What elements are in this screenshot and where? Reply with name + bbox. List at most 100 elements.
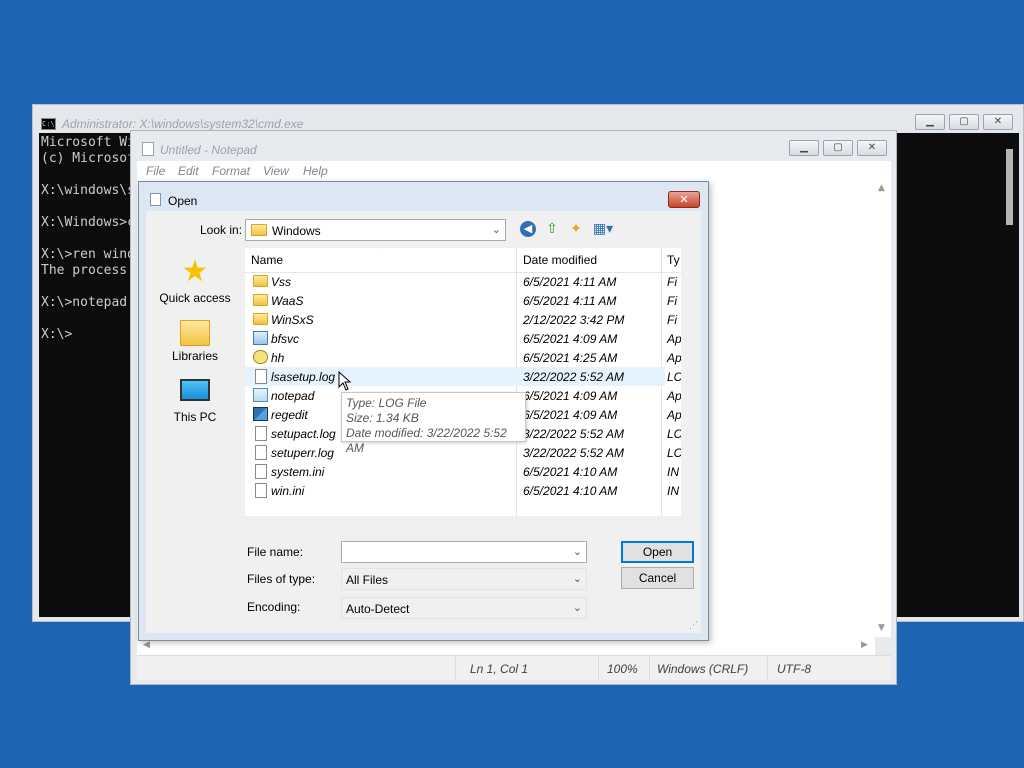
notepad-vertical-scrollbar[interactable]: ▲ ▼ xyxy=(875,181,891,637)
file-row[interactable]: system.ini 6/5/2021 4:10 AM IN xyxy=(245,462,679,481)
tooltip-modified: Date modified: 3/22/2022 5:52 AM xyxy=(346,426,507,455)
files-of-type-combo[interactable]: All Files ⌄ xyxy=(341,568,587,590)
folder-icon xyxy=(251,224,267,236)
up-folder-icon[interactable]: ⇧ xyxy=(543,220,561,238)
file-name: bfsvc xyxy=(271,332,300,346)
file-date: 6/5/2021 4:09 AM xyxy=(523,389,618,403)
cmd-close-button[interactable]: ✕ xyxy=(983,114,1013,130)
file-row[interactable]: win.ini 6/5/2021 4:10 AM IN xyxy=(245,481,679,500)
file-row[interactable]: WaaS 6/5/2021 4:11 AM Fi xyxy=(245,291,677,310)
file-list[interactable]: Name ⌃ Date modified Ty Vss 6/5/2021 4:11… xyxy=(245,248,681,516)
file-name: Vss xyxy=(271,275,292,289)
file-date: 6/5/2021 4:10 AM xyxy=(523,465,618,479)
folder-file-icon xyxy=(253,294,268,306)
file-type: Fi xyxy=(667,313,677,327)
cmd-title: Administrator: X:\windows\system32\cmd.e… xyxy=(62,117,304,131)
cmd-scrollbar[interactable] xyxy=(1001,133,1019,617)
chevron-down-icon[interactable]: ⌄ xyxy=(492,223,501,236)
menu-file[interactable]: File xyxy=(146,164,165,178)
file-row[interactable]: hh 6/5/2021 4:25 AM Ap xyxy=(245,348,681,367)
chevron-down-icon[interactable]: ⌄ xyxy=(573,601,582,614)
sort-up-icon: ⌃ xyxy=(377,248,386,256)
menu-format[interactable]: Format xyxy=(212,164,250,178)
file-row[interactable]: bfsvc 6/5/2021 4:09 AM Ap xyxy=(245,329,681,348)
place-libraries[interactable]: Libraries xyxy=(150,317,240,363)
file-row[interactable]: lsasetup.log 3/22/2022 5:52 AM LC xyxy=(245,367,681,386)
file-name: win.ini xyxy=(271,484,305,498)
menu-edit[interactable]: Edit xyxy=(178,164,199,178)
file-name-combo[interactable]: ⌄ xyxy=(341,541,587,563)
file-name: hh xyxy=(271,351,285,365)
file-type: LC xyxy=(667,370,681,384)
status-position: Ln 1, Col 1 xyxy=(470,662,529,676)
cmd-scroll-thumb[interactable] xyxy=(1006,149,1013,225)
file-name: lsasetup.log xyxy=(271,370,336,384)
encoding-label: Encoding: xyxy=(247,600,301,614)
chevron-down-icon[interactable]: ⌄ xyxy=(573,545,582,558)
place-quick-access[interactable]: ★ Quick access xyxy=(150,254,240,306)
file-name: system.ini xyxy=(271,465,325,479)
view-menu-icon[interactable]: ▦▾ xyxy=(590,220,616,238)
regedit-file-icon xyxy=(253,407,268,421)
file-type: Fi xyxy=(667,294,677,308)
look-in-combo[interactable]: Windows ⌄ xyxy=(245,219,506,241)
file-date: 3/22/2022 5:52 AM xyxy=(523,427,624,441)
file-type: Ap xyxy=(667,332,681,346)
notepad-close-button[interactable]: ✕ xyxy=(857,140,887,156)
help-file-icon xyxy=(253,350,268,364)
notepad-icon xyxy=(142,142,154,156)
tooltip-type: Type: LOG File xyxy=(346,396,427,410)
file-row[interactable]: Vss 6/5/2021 4:11 AM Fi xyxy=(245,272,677,291)
file-list-header: Name ⌃ Date modified Ty xyxy=(245,248,681,516)
doc-file-icon xyxy=(255,483,267,498)
back-icon[interactable]: ◀ xyxy=(520,221,536,237)
file-date: 3/22/2022 5:52 AM xyxy=(523,446,624,460)
console-icon: C:\ xyxy=(41,118,56,130)
resize-grip-icon[interactable]: ⋰ xyxy=(689,621,1022,766)
notepad-maximize-button[interactable]: ▢ xyxy=(823,140,853,156)
column-type[interactable]: Ty xyxy=(667,253,680,267)
place-this-pc[interactable]: This PC xyxy=(150,377,240,424)
cmd-maximize-button[interactable]: ▢ xyxy=(949,114,979,130)
tooltip-size: Size: 1.34 KB xyxy=(346,411,419,425)
scroll-left-icon[interactable]: ◀ xyxy=(143,640,150,650)
chevron-down-icon[interactable]: ⌄ xyxy=(573,572,582,585)
scroll-up-icon[interactable]: ▲ xyxy=(878,183,885,193)
file-name: setuperr.log xyxy=(271,446,334,460)
cancel-button[interactable]: Cancel xyxy=(621,567,694,589)
encoding-value: Auto-Detect xyxy=(346,602,410,616)
file-date: 6/5/2021 4:09 AM xyxy=(523,332,618,346)
doc-file-icon xyxy=(255,445,267,460)
file-date: 3/22/2022 5:52 AM xyxy=(523,370,624,384)
menu-help[interactable]: Help xyxy=(303,164,328,178)
open-dialog-title: Open xyxy=(168,194,198,208)
file-date: 6/5/2021 4:09 AM xyxy=(523,408,618,422)
file-type: LC xyxy=(667,446,681,460)
file-name: WinSxS xyxy=(271,313,314,327)
file-type: Fi xyxy=(667,275,677,289)
look-in-label: Look in: xyxy=(200,223,243,237)
notepad-minimize-button[interactable]: ▁ xyxy=(789,140,819,156)
new-folder-icon[interactable]: ✦ xyxy=(567,220,585,238)
mouse-cursor-icon xyxy=(338,371,352,391)
app-file-icon xyxy=(253,331,268,345)
encoding-combo[interactable]: Auto-Detect ⌄ xyxy=(341,597,587,619)
file-type: IN xyxy=(667,484,679,498)
menu-view[interactable]: View xyxy=(263,164,289,178)
notepad-file-icon xyxy=(253,388,268,402)
dialog-close-button[interactable]: ✕ xyxy=(668,191,700,208)
notepad-title: Untitled - Notepad xyxy=(160,143,257,157)
notepad-menubar: File Edit Format View Help xyxy=(137,161,891,181)
file-date: 6/5/2021 4:11 AM xyxy=(523,275,617,289)
file-date: 6/5/2021 4:11 AM xyxy=(523,294,617,308)
file-name: setupact.log xyxy=(271,427,336,441)
cmd-minimize-button[interactable]: ▁ xyxy=(915,114,945,130)
file-row[interactable]: WinSxS 2/12/2022 3:42 PM Fi xyxy=(245,310,677,329)
star-icon: ★ xyxy=(181,254,209,289)
open-dialog-icon xyxy=(150,193,161,206)
column-date-modified[interactable]: Date modified xyxy=(523,253,597,267)
file-name: WaaS xyxy=(271,294,304,308)
column-name[interactable]: Name xyxy=(251,253,283,267)
open-button[interactable]: Open xyxy=(621,541,694,563)
folder-file-icon xyxy=(253,313,268,325)
